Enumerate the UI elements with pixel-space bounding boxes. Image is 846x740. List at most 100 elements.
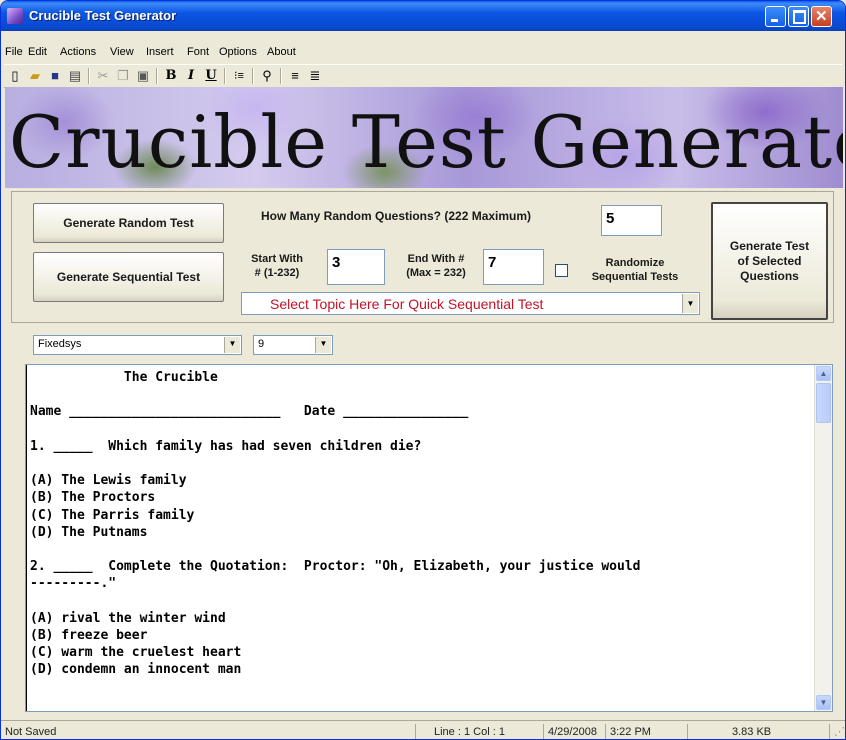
vertical-scrollbar[interactable]: ▲ ▼ bbox=[814, 365, 832, 711]
font-size-select[interactable]: 9 ▼ bbox=[253, 335, 333, 355]
status-time: 3:22 PM bbox=[605, 724, 687, 739]
start-with-label-line-1: Start With bbox=[251, 253, 303, 265]
close-icon: ✕ bbox=[815, 8, 828, 25]
document-line: 1. _____ Which family has had seven chil… bbox=[30, 438, 422, 454]
generate-sequential-test-button[interactable]: Generate Sequential Test bbox=[33, 252, 224, 302]
bold-icon[interactable]: B bbox=[162, 67, 180, 85]
generate-selected-line-3: Questions bbox=[740, 268, 799, 283]
document-line: (B) freeze beer bbox=[30, 628, 148, 644]
font-size-value: 9 bbox=[258, 338, 265, 350]
find-icon[interactable]: ⚲ bbox=[258, 67, 276, 85]
how-many-input[interactable]: 5 bbox=[601, 205, 662, 236]
document-line: (C) warm the cruelest heart bbox=[30, 645, 242, 661]
document-line: The Crucible bbox=[30, 370, 218, 385]
document-line: Name ___________________________ Date __… bbox=[30, 404, 469, 420]
topic-select-value: Select Topic Here For Quick Sequential T… bbox=[270, 296, 544, 312]
app-window: Crucible Test Generator ✕ File Edit Acti… bbox=[0, 0, 846, 740]
document-line: (B) The Proctors bbox=[30, 490, 156, 506]
toolbar-separator bbox=[224, 68, 226, 84]
toolbar-separator bbox=[252, 68, 254, 84]
generate-selected-line-2: of Selected bbox=[737, 253, 802, 268]
save-status: Not Saved bbox=[5, 726, 57, 738]
toolbar-separator bbox=[280, 68, 282, 84]
bullets-icon[interactable]: ⁝≡ bbox=[230, 67, 248, 85]
paste-icon[interactable]: ▣ bbox=[134, 67, 152, 85]
underline-icon[interactable]: U bbox=[202, 67, 220, 85]
banner-title: Crucible Test Generator bbox=[9, 100, 843, 184]
chevron-down-icon[interactable]: ▼ bbox=[224, 337, 240, 353]
document-text[interactable]: The Crucible Name ______________________… bbox=[30, 369, 810, 679]
cursor-position: Line : 1 Col : 1 bbox=[415, 724, 543, 739]
randomize-checkbox[interactable] bbox=[555, 264, 568, 277]
new-icon[interactable]: ▯ bbox=[6, 67, 24, 85]
copy-icon[interactable]: ❐ bbox=[114, 67, 132, 85]
menu-insert[interactable]: Insert bbox=[146, 46, 174, 58]
save-icon[interactable]: ■ bbox=[46, 67, 64, 85]
scroll-down-button[interactable]: ▼ bbox=[816, 695, 831, 710]
font-select[interactable]: Fixedsys ▼ bbox=[33, 335, 242, 355]
menu-font[interactable]: Font bbox=[187, 46, 209, 58]
title-bar[interactable]: Crucible Test Generator ✕ bbox=[1, 1, 845, 31]
start-with-label: Start With # (1-232) bbox=[245, 252, 309, 280]
end-with-label-line-2: (Max = 232) bbox=[406, 267, 466, 279]
randomize-label-line-2: Sequential Tests bbox=[591, 271, 679, 283]
italic-icon[interactable]: I bbox=[182, 67, 200, 85]
file-size: 3.83 KB bbox=[687, 724, 827, 739]
topic-select[interactable]: Select Topic Here For Quick Sequential T… bbox=[241, 292, 700, 315]
app-icon[interactable] bbox=[7, 8, 23, 24]
document-line: 2. _____ Complete the Quotation: Proctor… bbox=[30, 559, 641, 575]
banner-image: Crucible Test Generator bbox=[5, 87, 843, 188]
menu-bar: File Edit Actions View Insert Font Optio… bbox=[1, 31, 845, 58]
document-line: ---------." bbox=[30, 576, 117, 592]
chevron-down-icon[interactable]: ▼ bbox=[682, 294, 698, 313]
menu-file[interactable]: File bbox=[5, 46, 23, 58]
end-with-input[interactable]: 7 bbox=[483, 249, 544, 285]
window-title: Crucible Test Generator bbox=[29, 8, 177, 23]
status-bar: Not Saved Line : 1 Col : 1 4/29/2008 3:2… bbox=[1, 720, 845, 739]
menu-about[interactable]: About bbox=[267, 46, 296, 58]
controls-panel: Generate Random Test Generate Sequential… bbox=[11, 191, 834, 323]
resize-grip-icon[interactable]: ⋰ bbox=[829, 724, 845, 739]
document-line: (D) The Putnams bbox=[30, 524, 148, 540]
margin-line bbox=[26, 365, 29, 711]
status-date: 4/29/2008 bbox=[543, 724, 605, 739]
document-line: (C) The Parris family bbox=[30, 507, 195, 523]
scroll-thumb[interactable] bbox=[816, 383, 831, 423]
toolbar-separator bbox=[88, 68, 90, 84]
document-editor[interactable]: The Crucible Name ______________________… bbox=[25, 364, 833, 712]
generate-selected-test-button[interactable]: Generate Test of Selected Questions bbox=[711, 202, 828, 320]
menu-actions[interactable]: Actions bbox=[60, 46, 96, 58]
document-line: (A) The Lewis family bbox=[30, 473, 187, 489]
align-left-icon[interactable]: ≡ bbox=[286, 67, 304, 85]
toolbar-separator bbox=[156, 68, 158, 84]
document-line: (A) rival the winter wind bbox=[30, 610, 226, 626]
close-button[interactable]: ✕ bbox=[811, 6, 832, 27]
randomize-label-line-1: Randomize bbox=[605, 257, 665, 269]
scroll-up-button[interactable]: ▲ bbox=[816, 366, 831, 381]
menu-view[interactable]: View bbox=[110, 46, 134, 58]
end-with-label-line-1: End With # bbox=[407, 253, 465, 265]
menu-edit[interactable]: Edit bbox=[28, 46, 47, 58]
maximize-button[interactable] bbox=[788, 6, 809, 27]
open-icon[interactable]: ▰ bbox=[26, 67, 44, 85]
chevron-down-icon[interactable]: ▼ bbox=[315, 337, 331, 353]
align-center-icon[interactable]: ≣ bbox=[306, 67, 324, 85]
randomize-label: Randomize Sequential Tests bbox=[575, 256, 695, 284]
toolbar: ▯ ▰ ■ ▤ ✂ ❐ ▣ B I U ⁝≡ ⚲ ≡ ≣ bbox=[4, 64, 842, 88]
generate-random-test-button[interactable]: Generate Random Test bbox=[33, 203, 224, 243]
cut-icon[interactable]: ✂ bbox=[94, 67, 112, 85]
start-with-input[interactable]: 3 bbox=[327, 249, 385, 285]
font-select-value: Fixedsys bbox=[38, 338, 82, 350]
print-icon[interactable]: ▤ bbox=[66, 67, 84, 85]
menu-options[interactable]: Options bbox=[219, 46, 257, 58]
how-many-label: How Many Random Questions? (222 Maximum) bbox=[261, 209, 532, 223]
start-with-label-line-2: # (1-232) bbox=[254, 267, 300, 279]
maximize-icon bbox=[793, 10, 806, 24]
minimize-button[interactable] bbox=[765, 6, 786, 27]
minimize-icon bbox=[771, 19, 778, 22]
